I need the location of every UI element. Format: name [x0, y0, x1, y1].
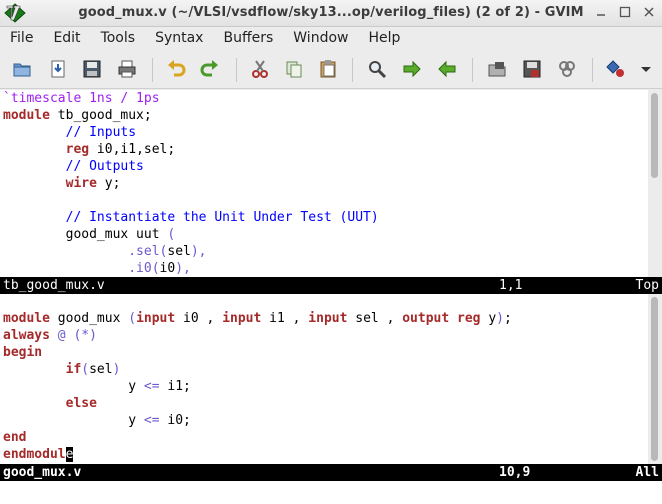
toolbar-separator	[592, 58, 593, 82]
status-line-bottom: good_mux.v 10,9 All	[0, 464, 662, 481]
save-icon[interactable]	[82, 59, 102, 79]
title-bar[interactable]: good_mux.v (~/VLSI/vsdflow/sky13...op/ve…	[0, 0, 662, 27]
find-prev-icon[interactable]	[437, 59, 457, 79]
find-icon[interactable]	[367, 59, 387, 79]
status-filename: good_mux.v	[3, 465, 82, 480]
code-line: always @ (*)	[3, 328, 97, 343]
paste-icon[interactable]	[318, 59, 338, 79]
maximize-icon[interactable]	[618, 5, 632, 19]
find-next-icon[interactable]	[402, 59, 422, 79]
code-line: y <= i0;	[3, 413, 191, 428]
minimize-icon[interactable]	[594, 5, 608, 19]
load-session-icon[interactable]	[487, 59, 507, 79]
code-line: else	[65, 396, 97, 411]
menu-window[interactable]: Window	[283, 27, 358, 50]
toolbar-separator	[352, 58, 353, 82]
run-script-icon[interactable]	[557, 59, 577, 79]
code-line: wire y;	[65, 176, 121, 191]
redo-icon[interactable]	[200, 59, 220, 79]
status-cursor-position: 1,1	[499, 278, 523, 293]
code-line: .sel(sel),	[128, 244, 207, 259]
toolbar-separator	[236, 58, 237, 82]
command-line[interactable]	[0, 481, 662, 504]
code-line: // Outputs	[3, 159, 144, 174]
cut-icon[interactable]	[250, 59, 270, 79]
text-cursor: e	[65, 447, 74, 462]
code-line: `timescale 1ns / 1ps	[3, 91, 160, 106]
menu-help[interactable]: Help	[358, 27, 410, 50]
status-cursor-position: 10,9	[499, 465, 531, 480]
undo-icon[interactable]	[166, 59, 186, 79]
menu-bar: File Edit Tools Syntax Buffers Window He…	[0, 27, 662, 50]
scrollbar-thumb[interactable]	[651, 93, 658, 178]
status-line-top: tb_good_mux.v 1,1 Top	[0, 277, 662, 294]
open-folder-icon[interactable]	[12, 59, 32, 79]
editor-pane-bottom[interactable]: module good_mux (input i0 , input i1 , i…	[0, 294, 648, 464]
save-download-icon[interactable]	[48, 59, 68, 79]
scrollbar-top-pane[interactable]	[648, 90, 662, 277]
status-scroll-percent: All	[635, 465, 659, 480]
code-line: module good_mux (input i0 , input i1 , i…	[3, 311, 512, 326]
code-line: // Instantiate the Unit Under Test (UUT)	[3, 210, 379, 225]
code-line: if(sel)	[65, 362, 121, 377]
code-line: begin	[3, 345, 43, 360]
toolbar-separator	[472, 58, 473, 82]
code-line: module tb_good_mux;	[3, 108, 152, 123]
make-icon[interactable]	[606, 59, 626, 79]
close-icon[interactable]	[642, 5, 656, 19]
scrollbar-bottom-pane[interactable]	[648, 294, 662, 464]
status-filename: tb_good_mux.v	[3, 278, 105, 293]
code-line: good_mux uut (	[3, 227, 176, 242]
save-session-icon[interactable]	[522, 59, 542, 79]
menu-file[interactable]: File	[0, 27, 43, 50]
code-line: .i0(i0),	[128, 261, 191, 276]
menu-syntax[interactable]: Syntax	[145, 27, 213, 50]
menu-tools[interactable]: Tools	[91, 27, 146, 50]
code-line: end	[3, 430, 27, 445]
editor-pane-top[interactable]: `timescale 1ns / 1ps module tb_good_mux;…	[0, 90, 648, 277]
menu-edit[interactable]: Edit	[43, 27, 90, 50]
code-line: y <= i1;	[3, 379, 191, 394]
toolbar-separator	[152, 58, 153, 82]
toolbar	[0, 52, 662, 89]
print-icon[interactable]	[117, 59, 137, 79]
scrollbar-thumb[interactable]	[651, 297, 658, 461]
status-scroll-percent: Top	[635, 278, 659, 293]
code-line: reg i0,i1,sel;	[65, 142, 176, 157]
menu-buffers[interactable]: Buffers	[213, 27, 283, 50]
code-line: // Inputs	[3, 125, 137, 140]
window-title: good_mux.v (~/VLSI/vsdflow/sky13...op/ve…	[78, 5, 584, 20]
toolbar-overflow-icon[interactable]	[636, 59, 656, 79]
copy-icon[interactable]	[284, 59, 304, 79]
code-line: endmodule	[3, 447, 74, 462]
